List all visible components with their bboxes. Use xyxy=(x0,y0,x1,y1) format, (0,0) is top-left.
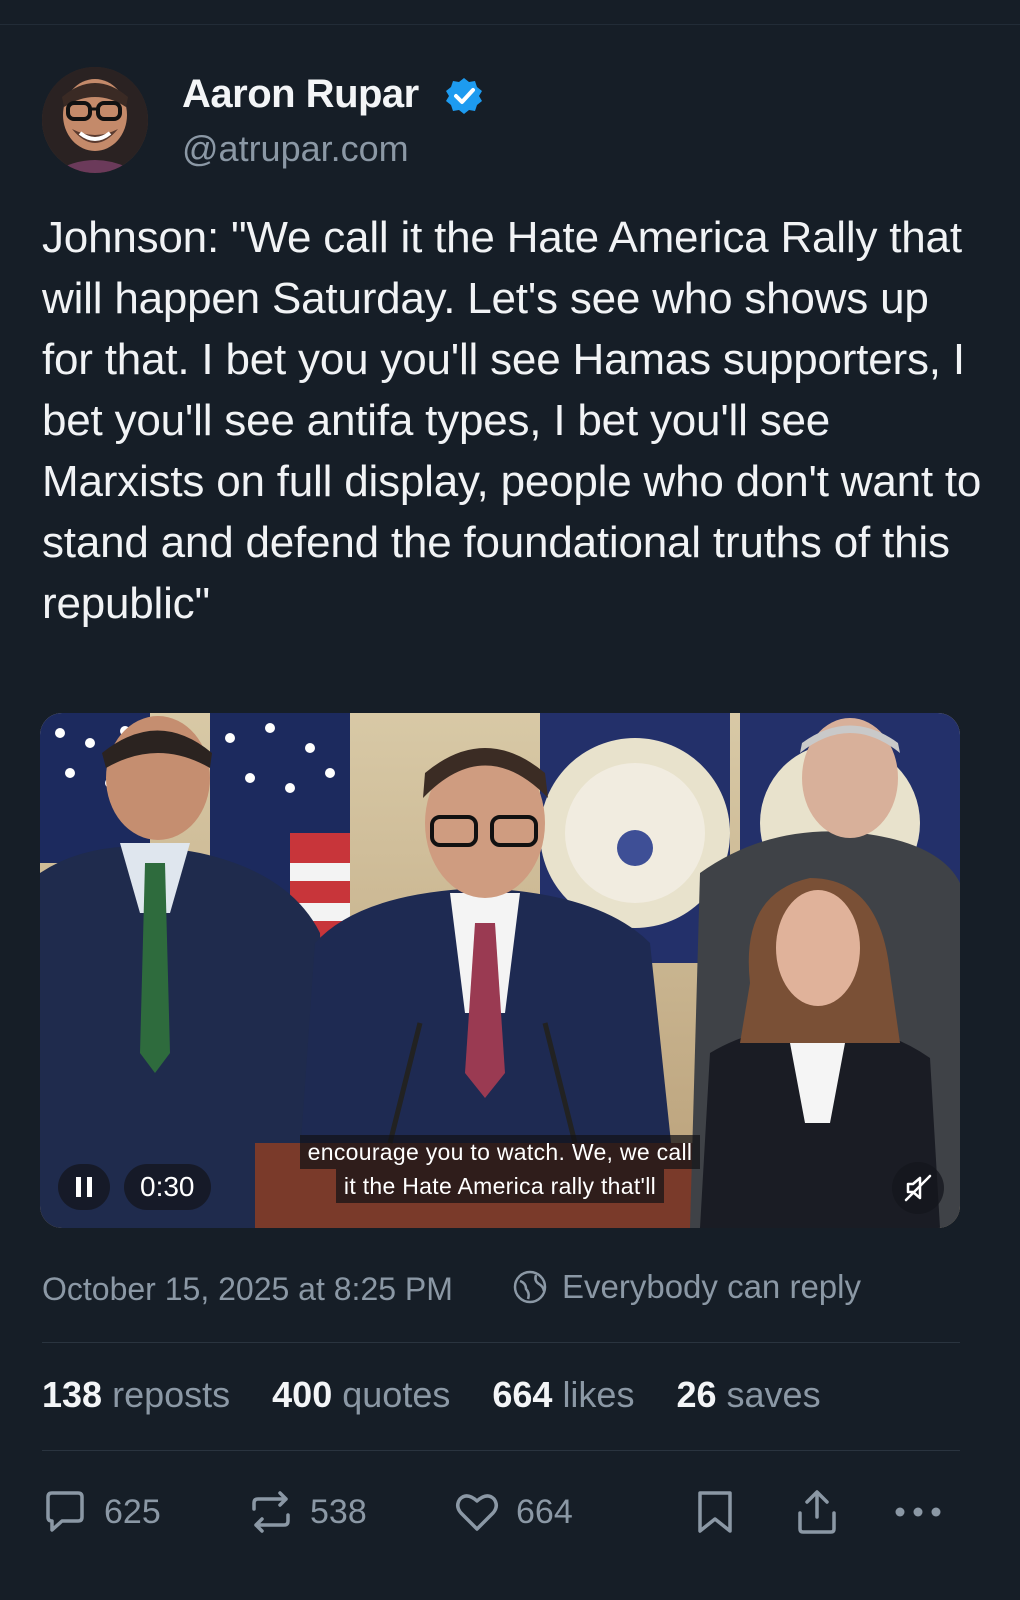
author-handle[interactable]: @atrupar.com xyxy=(182,128,409,170)
verified-badge-icon xyxy=(446,78,482,114)
share-icon xyxy=(798,1490,836,1534)
stat-reposts[interactable]: 138 reposts xyxy=(42,1374,230,1416)
top-divider xyxy=(0,24,1020,25)
unmute-button[interactable] xyxy=(892,1162,944,1214)
stat-quotes[interactable]: 400 quotes xyxy=(272,1374,450,1416)
post-thread-view: Aaron Rupar @atrupar.com Johnson: "We ca… xyxy=(0,0,1020,1600)
like-count: 664 xyxy=(516,1492,573,1531)
avatar[interactable] xyxy=(42,67,148,173)
heart-icon xyxy=(456,1494,498,1531)
action-bar: 625 538 664 xyxy=(0,1480,1020,1544)
engagement-stats: 138 reposts 400 quotes 664 likes 26 save… xyxy=(42,1374,821,1416)
reply-scope[interactable]: Everybody can reply xyxy=(512,1268,861,1306)
caption-line-1: encourage you to watch. We, we call xyxy=(299,1135,701,1169)
bookmark-button[interactable] xyxy=(692,1480,738,1544)
reply-icon xyxy=(46,1491,84,1532)
author-name[interactable]: Aaron Rupar xyxy=(182,72,419,117)
share-button[interactable] xyxy=(794,1480,840,1544)
more-icon xyxy=(895,1507,941,1517)
bookmark-icon xyxy=(698,1491,732,1533)
reply-scope-label: Everybody can reply xyxy=(562,1268,861,1305)
like-button[interactable]: 664 xyxy=(452,1480,573,1544)
more-options-button[interactable] xyxy=(890,1480,946,1544)
caption-line-2: it the Hate America rally that'll xyxy=(335,1169,665,1203)
repost-count: 538 xyxy=(310,1492,367,1531)
reply-button[interactable]: 625 xyxy=(40,1480,161,1544)
stat-saves[interactable]: 26 saves xyxy=(676,1374,820,1416)
reply-count: 625 xyxy=(104,1492,161,1531)
divider xyxy=(42,1450,960,1451)
video-captions: encourage you to watch. We, we call it t… xyxy=(280,1135,720,1203)
post-text: Johnson: "We call it the Hate America Ra… xyxy=(42,213,982,628)
video-time: 0:30 xyxy=(124,1164,211,1210)
stat-likes[interactable]: 664 likes xyxy=(492,1374,634,1416)
pause-icon xyxy=(76,1177,81,1197)
globe-icon xyxy=(513,1270,547,1304)
repost-icon xyxy=(252,1491,290,1533)
pause-button[interactable] xyxy=(58,1164,110,1210)
post-timestamp[interactable]: October 15, 2025 at 8:25 PM xyxy=(42,1271,453,1308)
divider xyxy=(42,1342,960,1343)
repost-button[interactable]: 538 xyxy=(246,1480,367,1544)
muted-speaker-icon xyxy=(904,1174,932,1202)
